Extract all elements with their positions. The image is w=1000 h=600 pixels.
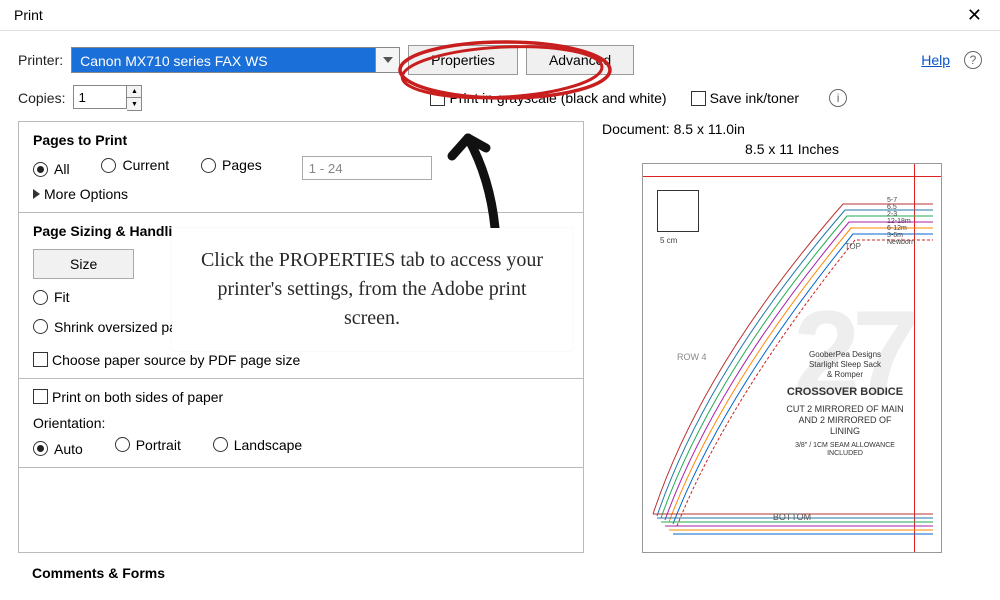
titlebar: Print ✕ <box>0 0 1000 31</box>
advanced-button[interactable]: Advanced <box>526 45 634 75</box>
properties-button[interactable]: Properties <box>408 45 518 75</box>
svg-text:Newborn: Newborn <box>887 239 915 246</box>
duplex-checkbox[interactable]: Print on both sides of paper <box>33 389 569 405</box>
radio-pages[interactable]: Pages <box>201 157 262 173</box>
chevron-down-icon <box>383 57 393 63</box>
more-options-toggle[interactable]: More Options <box>33 186 569 202</box>
svg-text:12-18m: 12-18m <box>887 218 911 225</box>
printer-select-value[interactable]: Canon MX710 series FAX WS <box>71 47 376 73</box>
help-link[interactable]: Help <box>921 52 950 68</box>
radio-portrait[interactable]: Portrait <box>115 437 181 453</box>
pattern-row-label: ROW 4 <box>677 352 707 362</box>
annotation-text: Click the PROPERTIES tab to access your … <box>172 228 572 351</box>
close-icon[interactable]: ✕ <box>961 6 988 24</box>
pages-range-input[interactable] <box>302 156 432 180</box>
radio-current[interactable]: Current <box>101 157 169 173</box>
preview-size-label: 8.5 x 11 Inches <box>602 141 982 157</box>
saveink-checkbox[interactable]: Save ink/toner <box>691 90 800 106</box>
spinner-down-icon[interactable]: ▼ <box>127 98 141 110</box>
svg-text:3-6m: 3-6m <box>887 232 903 239</box>
size-tab[interactable]: Size <box>33 249 134 279</box>
grayscale-checkbox[interactable]: Print in grayscale (black and white) <box>430 90 666 106</box>
orientation-label: Orientation: <box>33 415 569 431</box>
svg-text:6-12m: 6-12m <box>887 225 907 232</box>
window-title: Print <box>14 7 43 23</box>
svg-text:6.5: 6.5 <box>887 204 897 211</box>
radio-fit[interactable]: Fit <box>33 289 70 305</box>
grayscale-label: Print in grayscale (black and white) <box>449 90 666 106</box>
pattern-bottom-label: BOTTOM <box>643 512 941 522</box>
radio-auto[interactable]: Auto <box>33 441 83 457</box>
svg-text:5-7: 5-7 <box>887 197 897 204</box>
pattern-top-label: TOP <box>845 242 861 251</box>
triangle-right-icon <box>33 189 40 199</box>
help-icon[interactable]: ? <box>964 51 982 69</box>
document-size-label: Document: 8.5 x 11.0in <box>602 121 982 137</box>
copies-input[interactable] <box>73 85 127 109</box>
printer-label: Printer: <box>18 52 63 68</box>
svg-text:2-3: 2-3 <box>887 211 897 218</box>
printer-dropdown-button[interactable] <box>376 47 400 73</box>
choose-paper-checkbox[interactable]: Choose paper source by PDF page size <box>33 352 569 368</box>
saveink-label: Save ink/toner <box>710 90 800 106</box>
info-icon[interactable]: i <box>829 89 847 107</box>
radio-all[interactable]: All <box>33 161 70 177</box>
print-preview: 27 5 cm <box>642 163 942 553</box>
copies-label: Copies: <box>18 90 65 106</box>
pattern-info: GooberPea Designs Starlight Sleep Sack &… <box>785 350 905 459</box>
comments-heading: Comments & Forms <box>18 565 982 581</box>
copies-spinner[interactable]: ▲ ▼ <box>127 85 142 111</box>
pages-heading: Pages to Print <box>33 132 569 148</box>
spinner-up-icon[interactable]: ▲ <box>127 86 141 98</box>
radio-landscape[interactable]: Landscape <box>213 437 303 453</box>
